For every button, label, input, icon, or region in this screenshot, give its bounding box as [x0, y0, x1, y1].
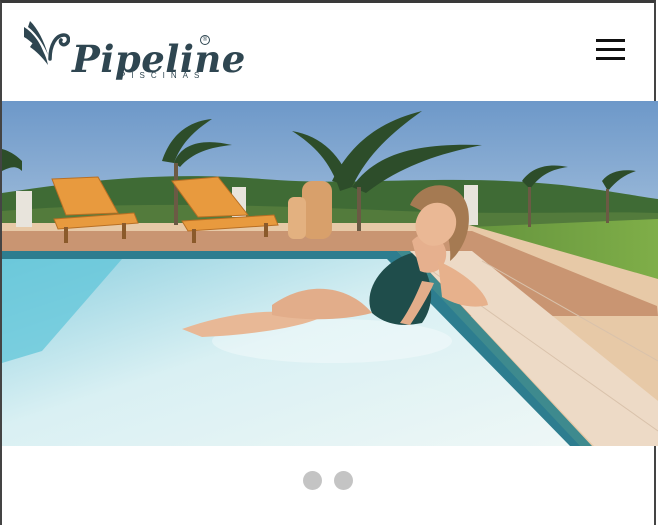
- menu-bar-bottom: [596, 57, 625, 60]
- brand-logo[interactable]: Pipeline PISCINAS ®: [22, 19, 245, 83]
- slide-dot-1[interactable]: [302, 471, 322, 490]
- hero-slide-image[interactable]: [2, 101, 658, 446]
- hamburger-menu-icon[interactable]: [596, 39, 626, 61]
- brand-subtitle: PISCINAS: [120, 71, 206, 80]
- pool-scene-image: [2, 101, 658, 446]
- menu-bar-top: [596, 39, 625, 42]
- registered-mark: ®: [200, 35, 210, 45]
- site-header: Pipeline PISCINAS ®: [2, 3, 654, 101]
- slide-dot-2[interactable]: [334, 471, 354, 490]
- slider-pagination: [2, 471, 654, 491]
- menu-bar-middle: [596, 48, 625, 51]
- leaf-logo-icon: [24, 21, 70, 65]
- page-frame: Pipeline PISCINAS ®: [0, 0, 658, 525]
